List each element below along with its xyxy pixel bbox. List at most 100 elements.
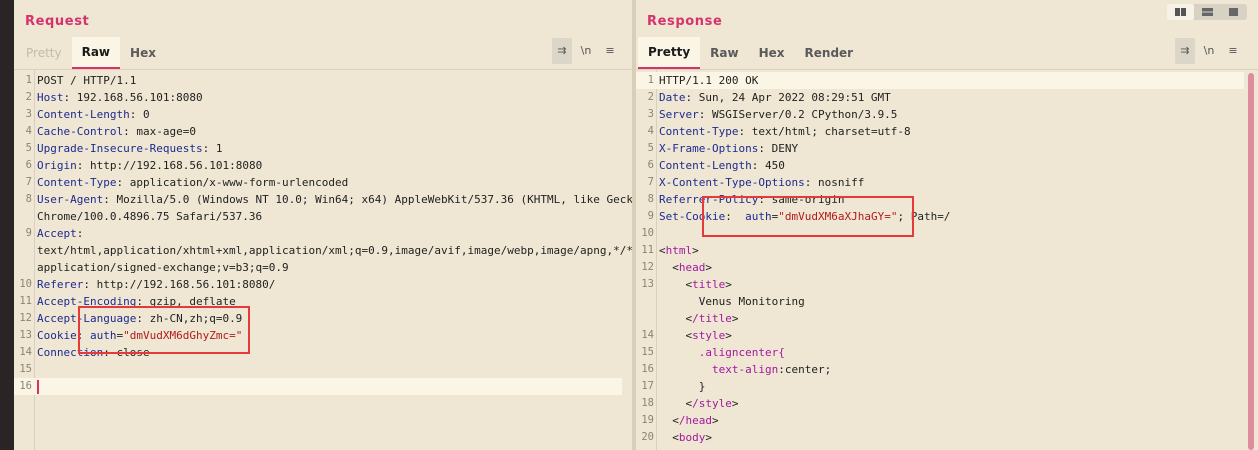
rows-icon	[1201, 8, 1213, 16]
response-editor[interactable]: 1 HTTP/1.1 200 OK 2 Date: Sun, 24 Apr 2022 …	[636, 72, 1258, 450]
header-name: X-Frame-Options	[659, 142, 759, 155]
line-number: 1	[25, 74, 32, 86]
code-line: 5 X-Frame-Options: DENY	[636, 140, 1244, 157]
line-number: 10	[19, 278, 32, 290]
line-number: 3	[647, 108, 654, 120]
line-number: 19	[641, 414, 654, 426]
line-number: 15	[641, 346, 654, 358]
line-content: </style>	[685, 397, 739, 410]
tab-response-render[interactable]: Render	[795, 37, 864, 69]
request-editor[interactable]: 1 POST / HTTP/1.1 2 Host: 192.168.56.101:80…	[14, 72, 632, 450]
code-text: Venus Monitoring	[698, 295, 805, 308]
line-content: Content-Type: text/html; charset=utf-8	[659, 125, 911, 138]
line-number: 6	[25, 159, 32, 171]
code-text: text/html,application/xhtml+xml,applicat…	[37, 244, 632, 257]
code-line: Chrome/100.0.4896.75 Safari/537.36	[14, 208, 622, 225]
line-number: 13	[19, 329, 32, 341]
wrap-icon[interactable]: ⇉	[552, 38, 572, 64]
http-message-viewer: Request Pretty Raw Hex ⇉ \n ≡ 1 POST / HT…	[0, 0, 1258, 450]
header-name: Origin	[37, 159, 77, 172]
layout-stacked-button[interactable]	[1194, 4, 1221, 20]
columns-icon	[1174, 8, 1186, 16]
html-tag: /style	[692, 397, 732, 410]
single-pane-icon	[1229, 8, 1239, 16]
wrap-icon[interactable]: ⇉	[1175, 38, 1195, 64]
header-value: http://192.168.56.101:8080/	[96, 278, 276, 291]
code-line: 15	[14, 361, 622, 378]
header-value: application/x-www-form-urlencoded	[129, 176, 349, 189]
code-line: 6 Origin: http://192.168.56.101:8080	[14, 157, 622, 174]
line-number: 5	[647, 142, 654, 154]
code-line: 3 Content-Length: 0	[14, 106, 622, 123]
line-content: application/signed-exchange;v=b3;q=0.9	[37, 259, 289, 276]
code-line: text/html,application/xhtml+xml,applicat…	[14, 242, 632, 259]
menu-icon[interactable]: ≡	[1223, 38, 1243, 64]
line-content: <html>	[659, 244, 699, 257]
header-value: DENY	[771, 142, 799, 155]
line-number: 16	[19, 380, 32, 392]
line-content: Content-Length: 0	[37, 108, 150, 121]
code-line: 17 }	[636, 378, 1244, 395]
code-line: 4 Cache-Control: max-age=0	[14, 123, 622, 140]
menu-icon[interactable]: ≡	[600, 38, 620, 64]
code-line: application/signed-exchange;v=b3;q=0.9	[14, 259, 622, 276]
header-value: 192.168.56.101:8080	[76, 91, 203, 104]
tab-response-raw[interactable]: Raw	[700, 37, 748, 69]
header-value: Sun, 24 Apr 2022 08:29:51 GMT	[698, 91, 891, 104]
tab-request-hex[interactable]: Hex	[120, 37, 166, 69]
html-tag: style	[692, 329, 726, 342]
line-number: 18	[641, 397, 654, 409]
line-number: 4	[25, 125, 32, 137]
line-content: text-align:center;	[659, 361, 831, 378]
request-tabs: Pretty Raw Hex	[16, 37, 166, 69]
line-number: 5	[25, 142, 32, 154]
line-content: Content-Length: 450	[659, 159, 785, 172]
code-line: 1 HTTP/1.1 200 OK	[636, 72, 1244, 89]
request-toolbar: ⇉ \n ≡	[552, 38, 620, 64]
response-scrollbar[interactable]	[1248, 73, 1254, 450]
line-content: </head>	[672, 414, 719, 427]
code-line: 15 .aligncenter{	[636, 344, 1244, 361]
html-tag: body	[678, 431, 706, 444]
tab-request-raw[interactable]: Raw	[71, 37, 121, 69]
line-number: 4	[647, 125, 654, 137]
html-tag: /title	[692, 312, 732, 325]
tab-response-pretty[interactable]: Pretty	[638, 37, 701, 69]
code-line: 14 <style>	[636, 327, 1244, 344]
line-number: 2	[647, 91, 654, 103]
header-name: User-Agent	[37, 193, 104, 206]
html-tag: html	[665, 244, 693, 257]
layout-side-by-side-button[interactable]	[1167, 4, 1194, 20]
tab-response-hex[interactable]: Hex	[749, 37, 795, 69]
line-number: 15	[19, 363, 32, 375]
header-name: Server	[659, 108, 699, 121]
code-line: Venus Monitoring	[636, 293, 1244, 310]
line-number: 2	[25, 91, 32, 103]
line-number: 7	[647, 176, 654, 188]
newline-icon[interactable]: \n	[576, 38, 596, 64]
header-name: Content-Length	[37, 108, 130, 121]
newline-icon[interactable]: \n	[1199, 38, 1219, 64]
header-value: max-age=0	[136, 125, 196, 138]
code-line: 9 Accept:	[14, 225, 622, 242]
code-line: </title>	[636, 310, 1244, 327]
header-value: text/html; charset=utf-8	[751, 125, 911, 138]
line-number: 9	[647, 210, 654, 222]
tab-request-pretty[interactable]: Pretty	[16, 37, 72, 69]
code-text: HTTP/1.1 200 OK	[659, 74, 759, 87]
code-line: 2 Host: 192.168.56.101:8080	[14, 89, 622, 106]
layout-toggle	[1167, 4, 1247, 20]
html-tag: title	[692, 278, 726, 291]
header-name: Content-Length	[659, 159, 752, 172]
line-number: 3	[25, 108, 32, 120]
line-number: 7	[25, 176, 32, 188]
line-content: Venus Monitoring	[659, 293, 805, 310]
css-value: :center;	[778, 363, 832, 376]
layout-tabs-button[interactable]	[1220, 4, 1247, 20]
window-edge	[0, 0, 14, 450]
response-cookie-highlight-box	[702, 196, 914, 237]
code-line: 10 Referer: http://192.168.56.101:8080/	[14, 276, 622, 293]
header-value: WSGIServer/0.2 CPython/3.9.5	[712, 108, 898, 121]
header-value: 450	[764, 159, 785, 172]
css-property: text-align	[711, 363, 779, 376]
